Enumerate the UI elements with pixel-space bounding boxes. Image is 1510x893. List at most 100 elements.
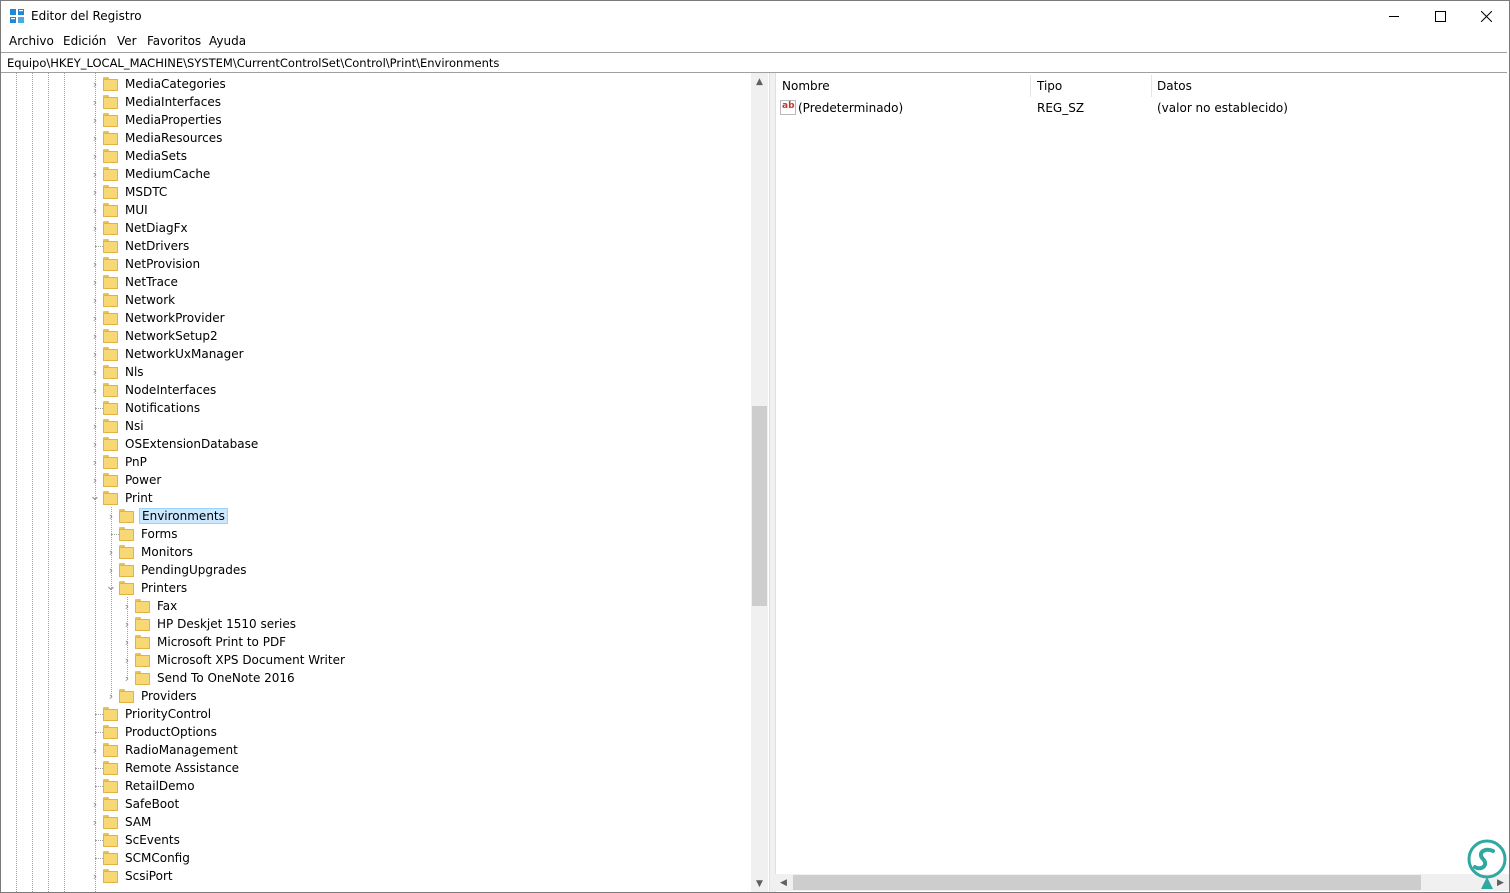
minimize-button[interactable] [1371, 1, 1417, 31]
tree-node-netdiagfx[interactable]: › NetDiagFx [87, 219, 190, 237]
tree-node-pnp[interactable]: › PnP [87, 453, 149, 471]
list-scroll-thumb[interactable] [793, 875, 1421, 890]
menu-edicion[interactable]: Edición [63, 34, 106, 48]
column-header-datos[interactable]: Datos [1157, 79, 1192, 93]
tree-node-scmconfig[interactable]: SCMConfig [87, 849, 192, 867]
chevron-right-icon[interactable]: › [87, 453, 103, 471]
chevron-right-icon[interactable]: › [87, 273, 103, 291]
value-row[interactable]: ab (Predeterminado) REG_SZ (valor no est… [780, 100, 1500, 118]
chevron-right-icon[interactable]: › [87, 741, 103, 759]
tree-node-pendingupgrades[interactable]: › PendingUpgrades [103, 561, 249, 579]
tree-node-retaildemo[interactable]: RetailDemo [87, 777, 197, 795]
tree-node-sam[interactable]: › SAM [87, 813, 153, 831]
tree-node-hp-deskjet-1510-series[interactable]: › HP Deskjet 1510 series [119, 615, 298, 633]
chevron-right-icon[interactable]: › [87, 363, 103, 381]
tree-node-osextensiondatabase[interactable]: › OSExtensionDatabase [87, 435, 260, 453]
tree-node-nodeinterfaces[interactable]: › NodeInterfaces [87, 381, 218, 399]
chevron-right-icon[interactable]: › [87, 129, 103, 147]
tree-node-remote-assistance[interactable]: Remote Assistance [87, 759, 241, 777]
tree-node-mediainterfaces[interactable]: › MediaInterfaces [87, 93, 223, 111]
tree-node-radiomanagement[interactable]: › RadioManagement [87, 741, 240, 759]
tree-node-nls[interactable]: › Nls [87, 363, 146, 381]
tree-node-mediaresources[interactable]: › MediaResources [87, 129, 224, 147]
tree-node-mediaproperties[interactable]: › MediaProperties [87, 111, 224, 129]
chevron-right-icon[interactable]: › [87, 219, 103, 237]
chevron-right-icon[interactable]: › [87, 381, 103, 399]
tree-node-network[interactable]: › Network [87, 291, 177, 309]
column-header-tipo[interactable]: Tipo [1037, 79, 1062, 93]
scroll-down-icon[interactable]: ▼ [751, 875, 768, 892]
column-divider[interactable] [1151, 75, 1152, 97]
chevron-right-icon[interactable]: › [87, 93, 103, 111]
tree-node-microsoft-xps-document-writer[interactable]: › Microsoft XPS Document Writer [119, 651, 347, 669]
address-bar[interactable]: Equipo\HKEY_LOCAL_MACHINE\SYSTEM\Current… [1, 52, 1507, 73]
tree-scroll-thumb[interactable] [752, 406, 767, 606]
tree-node-forms[interactable]: Forms [103, 525, 179, 543]
maximize-button[interactable] [1417, 1, 1463, 31]
tree-node-networkprovider[interactable]: › NetworkProvider [87, 309, 227, 327]
tree-node-prioritycontrol[interactable]: PriorityControl [87, 705, 213, 723]
chevron-right-icon[interactable]: › [87, 867, 103, 885]
tree-node-notifications[interactable]: Notifications [87, 399, 202, 417]
tree-vertical-scrollbar[interactable]: ▲ ▼ [751, 73, 768, 892]
close-button[interactable] [1463, 1, 1509, 31]
scroll-up-icon[interactable]: ▲ [751, 73, 768, 90]
chevron-right-icon[interactable]: › [119, 615, 135, 633]
tree-node-monitors[interactable]: › Monitors [103, 543, 195, 561]
chevron-right-icon[interactable]: › [87, 165, 103, 183]
chevron-down-icon[interactable]: ⌄ [103, 579, 119, 597]
list-horizontal-scrollbar[interactable]: ◀ ▶ [775, 874, 1509, 891]
tree-node-printers[interactable]: ⌄ Printers [103, 579, 189, 597]
tree-node-scsiport[interactable]: › ScsiPort [87, 867, 175, 885]
chevron-right-icon[interactable]: › [87, 813, 103, 831]
chevron-right-icon[interactable]: › [87, 147, 103, 165]
chevron-right-icon[interactable]: › [87, 309, 103, 327]
tree-node-netprovision[interactable]: › NetProvision [87, 255, 202, 273]
chevron-right-icon[interactable]: › [87, 435, 103, 453]
chevron-right-icon[interactable]: › [119, 597, 135, 615]
tree-node-scevents[interactable]: ScEvents [87, 831, 182, 849]
chevron-right-icon[interactable]: › [87, 201, 103, 219]
chevron-right-icon[interactable]: › [119, 651, 135, 669]
chevron-right-icon[interactable]: › [87, 417, 103, 435]
tree-node-safeboot[interactable]: › SafeBoot [87, 795, 181, 813]
chevron-right-icon[interactable]: › [87, 183, 103, 201]
scroll-left-icon[interactable]: ◀ [775, 874, 792, 891]
column-divider[interactable] [1030, 75, 1031, 97]
chevron-right-icon[interactable]: › [87, 291, 103, 309]
menu-favoritos[interactable]: Favoritos [147, 34, 201, 48]
chevron-right-icon[interactable]: › [87, 345, 103, 363]
tree-node-nettrace[interactable]: › NetTrace [87, 273, 180, 291]
chevron-down-icon[interactable]: ⌄ [87, 489, 103, 507]
chevron-right-icon[interactable]: › [87, 255, 103, 273]
chevron-right-icon[interactable]: › [87, 75, 103, 93]
chevron-right-icon[interactable]: › [103, 543, 119, 561]
address-path[interactable]: Equipo\HKEY_LOCAL_MACHINE\SYSTEM\Current… [7, 56, 499, 70]
tree-node-msdtc[interactable]: › MSDTC [87, 183, 169, 201]
menu-archivo[interactable]: Archivo [9, 34, 54, 48]
menu-ver[interactable]: Ver [117, 34, 137, 48]
tree-node-print[interactable]: ⌄ Print [87, 489, 155, 507]
tree-node-mediumcache[interactable]: › MediumCache [87, 165, 212, 183]
tree-node-networksetup2[interactable]: › NetworkSetup2 [87, 327, 220, 345]
tree-node-send-to-onenote-2016[interactable]: › Send To OneNote 2016 [119, 669, 297, 687]
chevron-right-icon[interactable]: › [103, 561, 119, 579]
tree-node-providers[interactable]: › Providers [103, 687, 199, 705]
tree-node-environments[interactable]: › Environments [103, 507, 228, 525]
chevron-right-icon[interactable]: › [103, 687, 119, 705]
tree-node-mui[interactable]: › MUI [87, 201, 150, 219]
column-header-nombre[interactable]: Nombre [782, 79, 830, 93]
tree-node-power[interactable]: › Power [87, 471, 163, 489]
chevron-right-icon[interactable]: › [87, 111, 103, 129]
chevron-right-icon[interactable]: › [87, 471, 103, 489]
tree-node-mediasets[interactable]: › MediaSets [87, 147, 189, 165]
tree-node-nsi[interactable]: › Nsi [87, 417, 146, 435]
chevron-right-icon[interactable]: › [103, 507, 119, 525]
tree-node-mediacategories[interactable]: › MediaCategories [87, 75, 228, 93]
chevron-right-icon[interactable]: › [87, 795, 103, 813]
menu-ayuda[interactable]: Ayuda [209, 34, 246, 48]
chevron-right-icon[interactable]: › [119, 669, 135, 687]
tree-node-networkuxmanager[interactable]: › NetworkUxManager [87, 345, 246, 363]
tree-node-microsoft-print-to-pdf[interactable]: › Microsoft Print to PDF [119, 633, 288, 651]
chevron-right-icon[interactable]: › [119, 633, 135, 651]
